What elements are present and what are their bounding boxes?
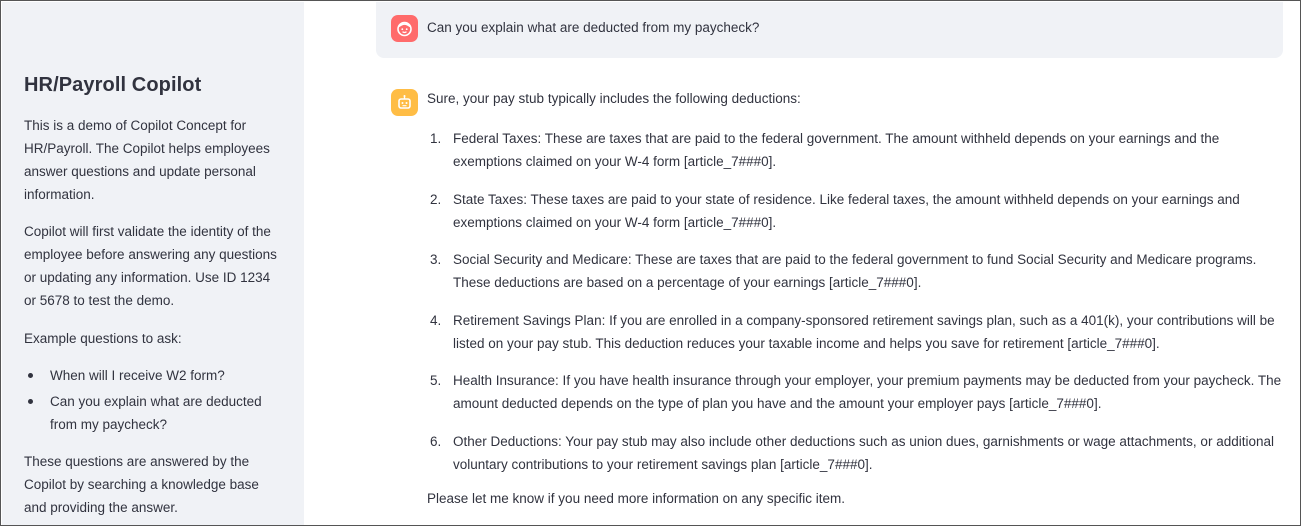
example-questions-list: When will I receive W2 form? Can you exp… (24, 364, 279, 439)
user-message-text: Can you explain what are deducted from m… (427, 20, 760, 35)
assistant-outro: Please let me know if you need more info… (427, 491, 845, 506)
assistant-message: Sure, your pay stub typically includes t… (376, 76, 1300, 525)
deduction-item: 4. Retirement Savings Plan: If you are en… (430, 312, 1275, 351)
deduction-item: 6. Other Deductions: Your pay stub may al… (430, 433, 1274, 472)
robot-icon (391, 89, 418, 116)
sidebar-examples-heading: Example questions to ask: (24, 331, 182, 346)
sidebar-description: This is a demo of Copilot Concept for HR… (24, 118, 270, 202)
user-face-icon (391, 15, 418, 42)
app-window: HR/Payroll Copilot This is a demo of Cop… (0, 0, 1301, 526)
example-question: When will I receive W2 form? (24, 364, 279, 387)
deductions-list: 1. Federal Taxes: These are taxes that ar… (427, 127, 1287, 490)
deduction-item: 3. Social Security and Medicare: These ar… (430, 252, 1257, 290)
sidebar: HR/Payroll Copilot This is a demo of Cop… (2, 2, 304, 525)
sidebar-title: HR/Payroll Copilot (24, 74, 202, 96)
deduction-item: 5. Health Insurance: If you have health i… (430, 373, 1282, 411)
deduction-item: 2. State Taxes: These taxes are paid to y… (430, 191, 1240, 230)
sidebar-footer-note: These questions are answered by the Copi… (24, 454, 259, 515)
assistant-intro: Sure, your pay stub typically includes t… (427, 91, 801, 106)
deduction-item: 1. Federal Taxes: These are taxes that ar… (430, 131, 1220, 169)
user-message: Can you explain what are deducted from m… (376, 2, 1283, 58)
example-question: Can you explain what are deducted from m… (24, 390, 279, 436)
sidebar-validation-note: Copilot will first validate the identity… (24, 224, 277, 308)
chat-area: Can you explain what are deducted from m… (304, 2, 1300, 525)
